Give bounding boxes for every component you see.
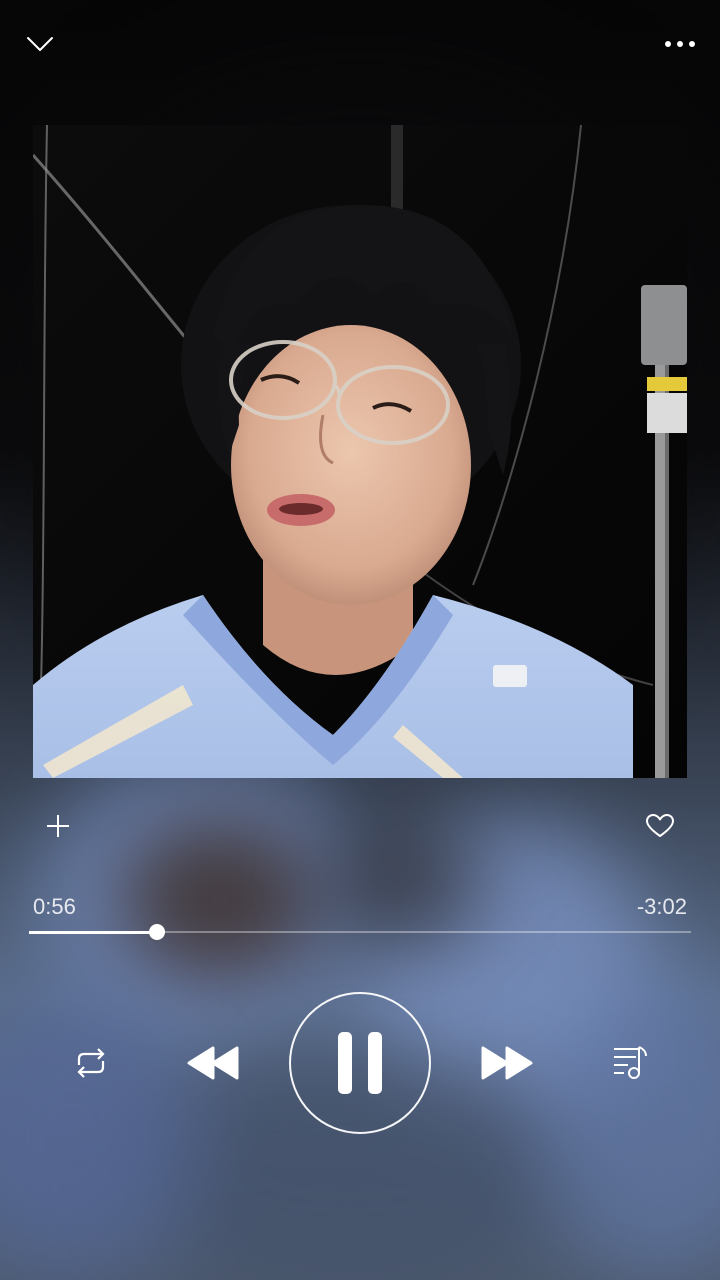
next-track-button[interactable] — [477, 1040, 537, 1086]
previous-track-button[interactable] — [183, 1040, 243, 1086]
previous-track-icon — [187, 1046, 239, 1080]
next-track-icon — [481, 1046, 533, 1080]
heart-outline-icon — [646, 814, 674, 837]
chevron-down-icon — [27, 37, 53, 51]
add-to-playlist-button[interactable] — [40, 808, 76, 844]
progress-slider[interactable] — [29, 920, 691, 944]
favorite-button[interactable] — [640, 808, 680, 844]
album-artwork — [33, 125, 687, 778]
remaining-time: -3:02 — [636, 894, 687, 919]
play-pause-button[interactable] — [289, 992, 431, 1134]
playlist-queue-button[interactable] — [606, 1040, 654, 1086]
more-dots-icon — [665, 41, 695, 47]
playlist-icon — [614, 1046, 647, 1079]
repeat-icon — [77, 1048, 105, 1078]
repeat-button[interactable] — [66, 1040, 116, 1086]
plus-icon — [47, 815, 69, 837]
elapsed-time: 0:56 — [33, 894, 76, 919]
progress-knob[interactable] — [148, 924, 165, 940]
more-options-button[interactable] — [658, 26, 702, 62]
pause-icon — [338, 1032, 382, 1094]
collapse-player-button[interactable] — [22, 26, 58, 62]
progress-fill — [29, 931, 157, 934]
